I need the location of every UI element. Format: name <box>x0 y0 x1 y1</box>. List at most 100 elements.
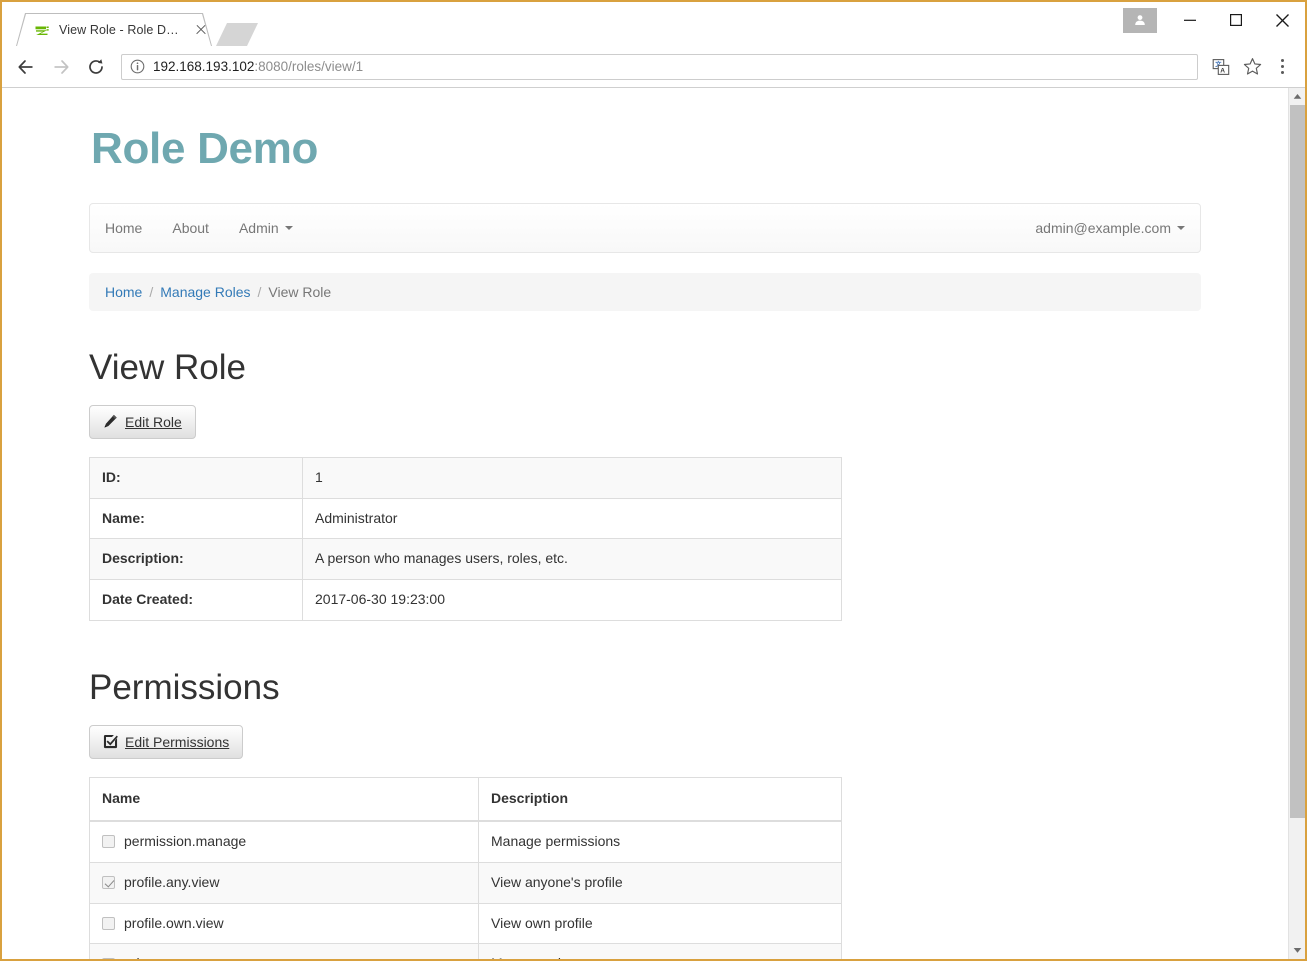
permission-checkbox[interactable] <box>102 876 115 890</box>
translate-button[interactable]: 文 A <box>1207 53 1235 81</box>
browser-titlebar: View Role - Role Demo <box>2 2 1305 46</box>
chevron-down-icon <box>284 226 293 230</box>
kebab-dot <box>1280 59 1284 62</box>
permission-name-wrap: profile.any.view <box>102 873 466 893</box>
permissions-table: Name Description permission.manage Manag… <box>89 776 842 959</box>
profile-button[interactable] <box>1123 7 1157 33</box>
browser-menu-button[interactable] <box>1269 59 1295 74</box>
permission-name-wrap: permission.manage <box>102 832 466 852</box>
permission-name-cell: role.manage <box>89 943 479 959</box>
browser-tab[interactable]: View Role - Role Demo <box>17 14 211 46</box>
pencil-icon <box>104 414 117 428</box>
main-navbar: Home About Admin admin@example.com <box>89 203 1201 253</box>
svg-text:A: A <box>1220 67 1225 74</box>
permission-description: View own profile <box>478 902 842 944</box>
forward-arrow-icon <box>54 59 69 74</box>
page-viewport: Role Demo Home About Admin admin@example… <box>2 88 1305 959</box>
nav-item-label: Admin <box>238 220 279 236</box>
navbar-links: Home About Admin <box>90 204 308 252</box>
permission-checkbox[interactable] <box>102 916 115 930</box>
window-controls <box>1123 2 1305 38</box>
minimize-button[interactable] <box>1167 5 1213 35</box>
browser-toolbar: 192.168.193.102:8080/roles/view/1 文 A <box>2 46 1305 88</box>
permission-name-cell: profile.own.view <box>89 902 479 944</box>
page-title: View Role <box>89 348 246 387</box>
chevron-down-icon <box>1293 948 1302 953</box>
breadcrumb-item-manage-roles[interactable]: Manage Roles <box>160 284 250 300</box>
nav-item-about[interactable]: About <box>157 204 224 252</box>
close-window-button[interactable] <box>1259 5 1305 35</box>
bookmark-button[interactable] <box>1238 53 1266 81</box>
breadcrumb-item-home[interactable]: Home <box>105 284 142 300</box>
nav-item-home[interactable]: Home <box>90 204 157 252</box>
check-square-icon <box>103 735 118 749</box>
breadcrumb-separator: / <box>149 284 154 300</box>
permission-name-wrap: profile.own.view <box>102 914 466 934</box>
url-text: 192.168.193.102:8080/roles/view/1 <box>153 59 363 74</box>
permissions-title: Permissions <box>89 668 280 708</box>
table-row: role.manage Manage roles <box>89 943 842 959</box>
zend-framework-favicon <box>34 22 50 38</box>
role-field-label: Description: <box>89 538 303 580</box>
role-field-value: 1 <box>302 457 842 499</box>
star-icon <box>1243 58 1261 75</box>
url-path: :8080/roles/view/1 <box>254 59 364 74</box>
reload-icon <box>89 58 103 74</box>
table-row: profile.own.view View own profile <box>89 902 842 944</box>
column-header-name: Name <box>89 777 479 822</box>
forward-button[interactable] <box>45 51 77 83</box>
breadcrumb: Home / Manage Roles / View Role <box>89 273 1201 311</box>
scroll-down-button[interactable] <box>1289 942 1305 959</box>
role-field-label: Date Created: <box>89 579 303 621</box>
permission-checkbox[interactable] <box>102 835 115 849</box>
kebab-dot <box>1280 65 1284 68</box>
permission-name-label: profile.own.view <box>124 914 224 931</box>
nav-item-user[interactable]: admin@example.com <box>1020 204 1200 252</box>
permission-description: Manage permissions <box>478 820 842 863</box>
permission-name-cell: profile.any.view <box>89 861 479 903</box>
edit-permissions-button-label: Edit Permissions <box>125 733 230 750</box>
tab-title: View Role - Role Demo <box>59 23 184 37</box>
table-header-row: Name Description <box>89 777 842 822</box>
permission-name-label: role.manage <box>124 954 202 959</box>
kebab-dot <box>1280 71 1284 74</box>
nav-item-admin[interactable]: Admin <box>224 204 308 252</box>
role-field-label: Name: <box>89 497 303 539</box>
reload-button[interactable] <box>80 51 112 83</box>
table-row: Description: A person who manages users,… <box>89 538 842 580</box>
edit-role-button[interactable]: Edit Role <box>89 404 196 439</box>
url-host: 192.168.193.102 <box>153 59 255 74</box>
navbar-user-menu: admin@example.com <box>1020 204 1200 252</box>
tab-close-icon[interactable] <box>193 22 209 38</box>
edit-role-button-label: Edit Role <box>125 413 182 430</box>
permission-name-label: permission.manage <box>124 832 247 849</box>
web-page: Role Demo Home About Admin admin@example… <box>2 88 1288 959</box>
new-tab-button[interactable] <box>216 23 258 46</box>
maximize-button[interactable] <box>1213 5 1259 35</box>
scroll-up-button[interactable] <box>1289 88 1305 105</box>
table-row: Date Created: 2017-06-30 19:23:00 <box>89 579 842 621</box>
permission-name-label: profile.any.view <box>124 873 220 890</box>
permission-description: Manage roles <box>478 943 842 959</box>
role-field-label: ID: <box>89 457 303 499</box>
role-field-value: A person who manages users, roles, etc. <box>302 538 842 580</box>
chevron-down-icon <box>1177 226 1185 230</box>
maximize-icon <box>1230 14 1243 27</box>
role-field-value: Administrator <box>302 497 842 539</box>
permission-checkbox[interactable] <box>102 957 115 959</box>
role-details-table: ID: 1 Name: Administrator Description: A… <box>89 456 842 622</box>
permission-name-wrap: role.manage <box>102 954 466 959</box>
table-row: profile.any.view View anyone's profile <box>89 861 842 903</box>
page-container: Role Demo Home About Admin admin@example… <box>74 124 1216 959</box>
vertical-scrollbar[interactable] <box>1288 88 1305 959</box>
site-info-icon[interactable] <box>130 59 145 74</box>
table-row: ID: 1 <box>89 457 842 499</box>
breadcrumb-item-current: View Role <box>268 284 332 300</box>
address-bar[interactable]: 192.168.193.102:8080/roles/view/1 <box>121 53 1198 80</box>
browser-window: View Role - Role Demo 192.168.193.102:80… <box>0 0 1307 961</box>
table-row: permission.manage Manage permissions <box>89 820 842 863</box>
edit-permissions-button[interactable]: Edit Permissions <box>89 724 244 759</box>
back-button[interactable] <box>10 51 42 83</box>
scrollbar-thumb[interactable] <box>1290 105 1305 818</box>
chevron-up-icon <box>1293 94 1302 99</box>
